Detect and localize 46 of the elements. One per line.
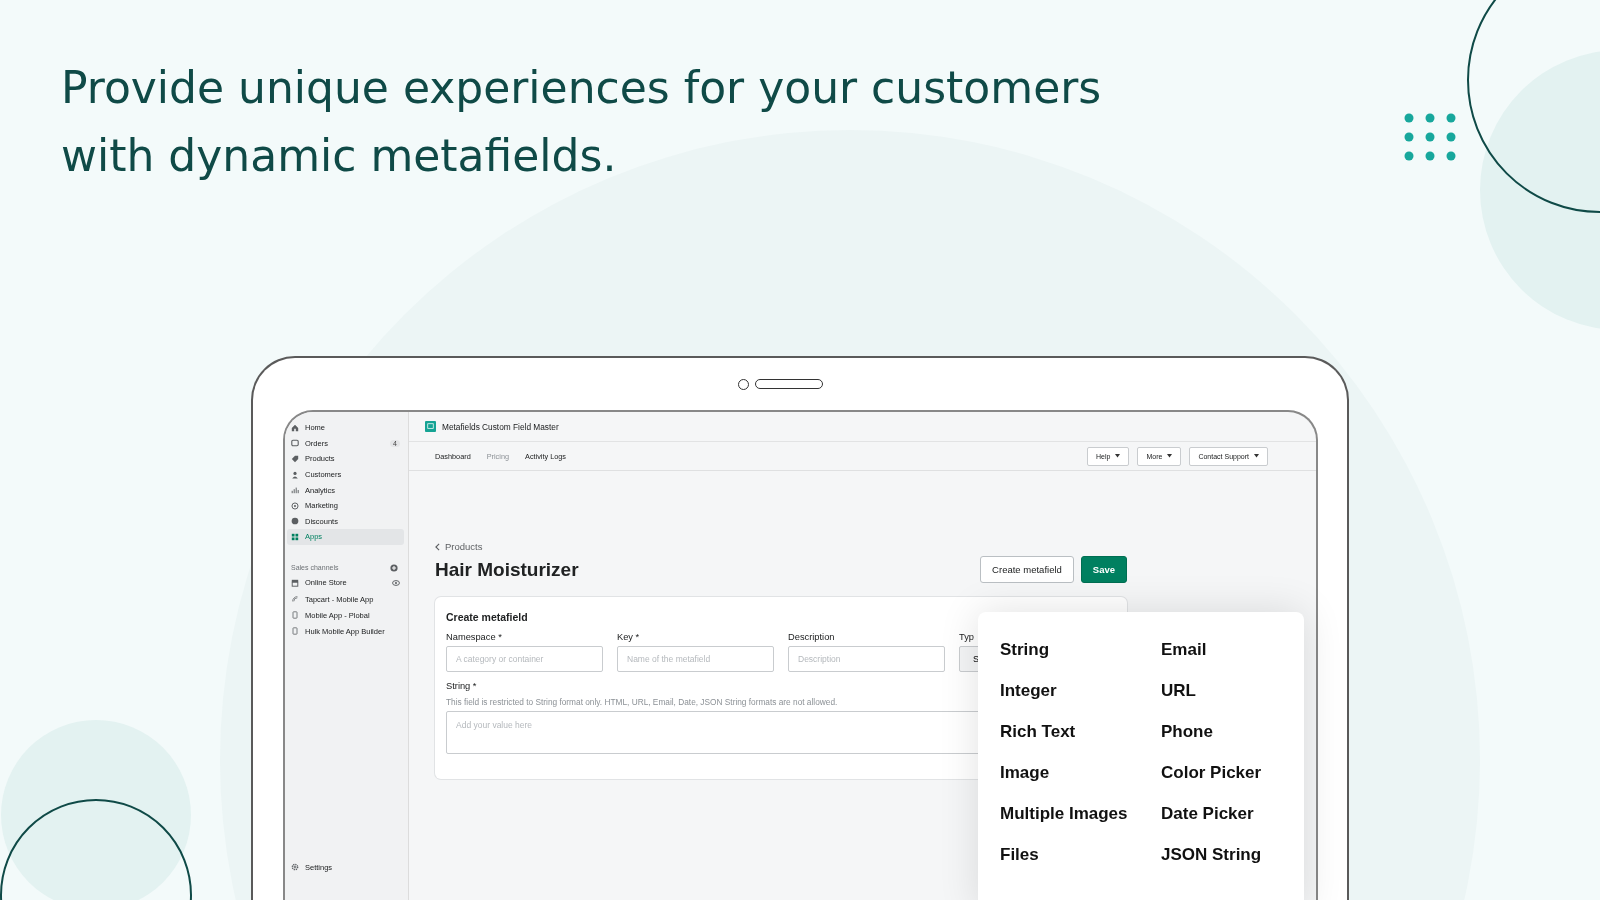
- caret-icon: [1115, 454, 1121, 458]
- dot-grid-icon: [1404, 113, 1456, 161]
- input-field[interactable]: Description: [788, 646, 945, 672]
- home-icon: [291, 423, 299, 432]
- save-button[interactable]: Save: [1080, 556, 1127, 583]
- caret-icon: [1254, 454, 1259, 458]
- menu-option[interactable]: URL: [1161, 680, 1196, 701]
- field-label: Typ: [959, 632, 975, 642]
- input-field[interactable]: A category or container: [446, 646, 603, 672]
- person-icon: [291, 470, 299, 479]
- settings-icon: [291, 863, 299, 872]
- menu-option[interactable]: Image: [1000, 762, 1050, 783]
- tag-icon: [291, 455, 299, 463]
- page-title: Hair Moisturizer: [435, 558, 579, 581]
- menu-option[interactable]: JSON String: [1161, 844, 1262, 865]
- app-title: Metafields Custom Field Master: [442, 421, 559, 432]
- card-title: Create metafield: [446, 611, 529, 623]
- menu-option[interactable]: Integer: [1000, 680, 1057, 701]
- help-text: This field is restricted to String format only. HTML, URL, Email, Date, JSON String formats are not allowed.: [446, 697, 838, 707]
- menu-option[interactable]: String: [1000, 639, 1050, 660]
- field-label: Key *: [617, 632, 641, 642]
- chevron-left-icon: [435, 542, 440, 551]
- store-icon: [291, 578, 299, 587]
- back-link[interactable]: Products: [435, 541, 1127, 552]
- menu-option[interactable]: Files: [1000, 844, 1039, 865]
- caret-icon: [1167, 454, 1173, 458]
- target-icon: [291, 501, 299, 510]
- field-label: Namespace *: [446, 632, 503, 642]
- field-label: Description: [788, 632, 836, 642]
- app-logo-icon: [425, 421, 436, 432]
- create-button[interactable]: Create metafield: [980, 556, 1074, 583]
- headline: Provide unique experiences for your customers with dynamic metafields.: [61, 61, 1102, 183]
- grid-icon: [291, 532, 299, 541]
- menu-option[interactable]: Email: [1161, 639, 1207, 660]
- menu-option[interactable]: Multiple Images: [1000, 803, 1128, 824]
- menu-option[interactable]: Phone: [1161, 721, 1213, 742]
- menu-option[interactable]: Color Picker: [1161, 762, 1262, 783]
- add-icon[interactable]: [390, 563, 398, 572]
- menu-option[interactable]: Date Picker: [1161, 803, 1254, 824]
- field-label: String *: [446, 681, 478, 691]
- disc-icon: [291, 517, 299, 526]
- menu-option[interactable]: Rich Text: [1000, 721, 1076, 742]
- input-field[interactable]: Name of the metafield: [617, 646, 774, 672]
- bars-icon: [291, 486, 299, 495]
- inbox-icon: [291, 439, 299, 448]
- eye-icon[interactable]: [392, 578, 400, 587]
